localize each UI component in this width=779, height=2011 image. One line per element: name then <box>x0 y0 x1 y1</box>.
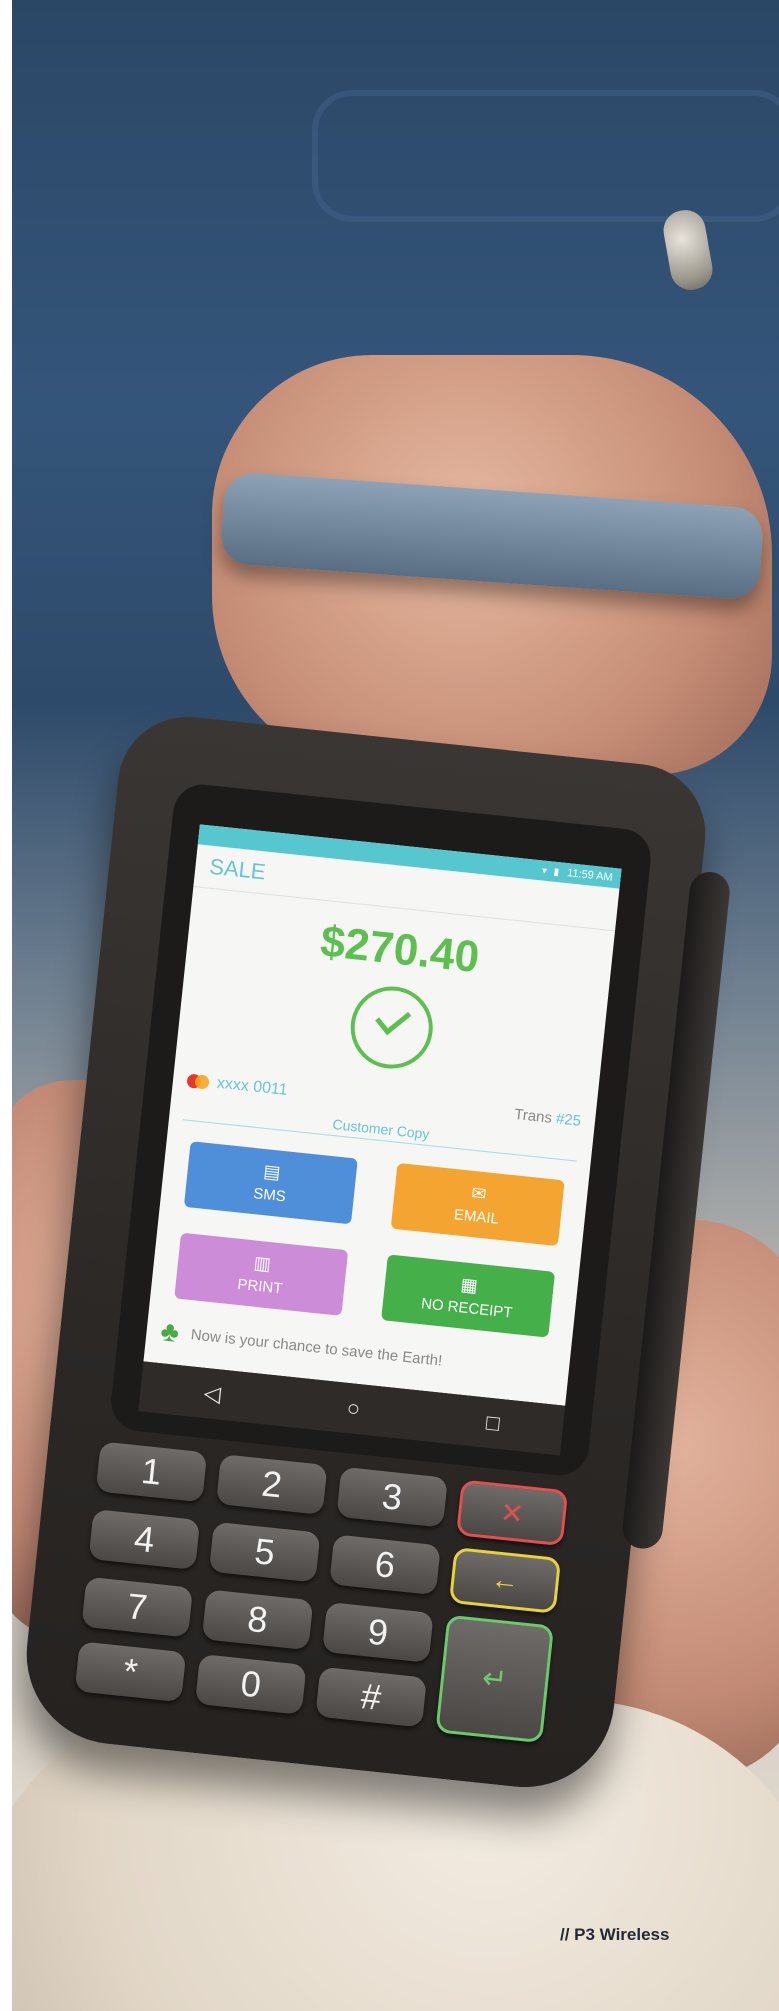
photo-credit: // P3 Wireless <box>560 1925 670 1944</box>
back-icon[interactable]: ◁ <box>203 1380 222 1408</box>
key-4[interactable]: 4 <box>88 1509 201 1570</box>
trans-number: #25 <box>555 1110 582 1130</box>
card-number: xxxx 0011 <box>216 1074 289 1099</box>
recents-icon[interactable]: □ <box>485 1410 501 1437</box>
key-star[interactable]: * <box>74 1641 187 1703</box>
home-icon[interactable]: ○ <box>346 1395 362 1422</box>
email-label: EMAIL <box>453 1206 500 1228</box>
background-photo: ▾ ▮ 11:59 AM SALE $270.40 xxxx 0011 Tran… <box>12 0 779 2011</box>
terminal-bezel: ▾ ▮ 11:59 AM SALE $270.40 xxxx 0011 Tran… <box>108 781 654 1479</box>
transaction-label: Trans #25 <box>513 1105 582 1131</box>
key-hash[interactable]: # <box>315 1666 427 1728</box>
tree-icon: ♣ <box>159 1315 181 1348</box>
key-5[interactable]: 5 <box>208 1521 321 1583</box>
no-receipt-label: NO RECEIPT <box>420 1295 514 1322</box>
email-button[interactable]: ✉ EMAIL <box>390 1162 565 1247</box>
payment-terminal: ▾ ▮ 11:59 AM SALE $270.40 xxxx 0011 Tran… <box>17 709 732 1797</box>
card-info: xxxx 0011 <box>186 1072 288 1100</box>
checkmark-icon <box>346 982 437 1073</box>
trans-label: Trans <box>513 1105 553 1127</box>
key-1[interactable]: 1 <box>95 1441 208 1503</box>
key-8[interactable]: 8 <box>201 1589 314 1651</box>
receipt-icon: ▦ <box>459 1274 479 1296</box>
chat-icon: ▤ <box>262 1160 282 1183</box>
keypad: 1 2 3 ✕ 4 5 6 ← 7 8 9 ↵ * 0 # <box>74 1441 569 1744</box>
key-9[interactable]: 9 <box>322 1601 434 1663</box>
key-3[interactable]: 3 <box>336 1466 448 1528</box>
jacket-seam <box>312 90 779 222</box>
status-icons: ▾ ▮ <box>541 864 562 878</box>
clear-key[interactable]: ← <box>448 1546 562 1614</box>
sms-button[interactable]: ▤ SMS <box>183 1141 358 1225</box>
enter-key[interactable]: ↵ <box>435 1614 555 1744</box>
key-6[interactable]: 6 <box>329 1534 441 1596</box>
print-label: PRINT <box>236 1275 284 1298</box>
key-2[interactable]: 2 <box>215 1454 328 1515</box>
mastercard-icon <box>186 1073 210 1090</box>
key-7[interactable]: 7 <box>81 1576 194 1638</box>
eco-message: Now is your chance to save the Earth! <box>190 1325 444 1370</box>
cancel-key[interactable]: ✕ <box>456 1479 569 1547</box>
key-0[interactable]: 0 <box>194 1653 307 1715</box>
printer-icon: ▥ <box>252 1252 272 1275</box>
envelope-icon: ✉ <box>470 1182 488 1205</box>
sms-label: SMS <box>252 1185 287 1206</box>
terminal-screen: ▾ ▮ 11:59 AM SALE $270.40 xxxx 0011 Tran… <box>143 824 622 1406</box>
status-time: 11:59 AM <box>566 867 614 884</box>
